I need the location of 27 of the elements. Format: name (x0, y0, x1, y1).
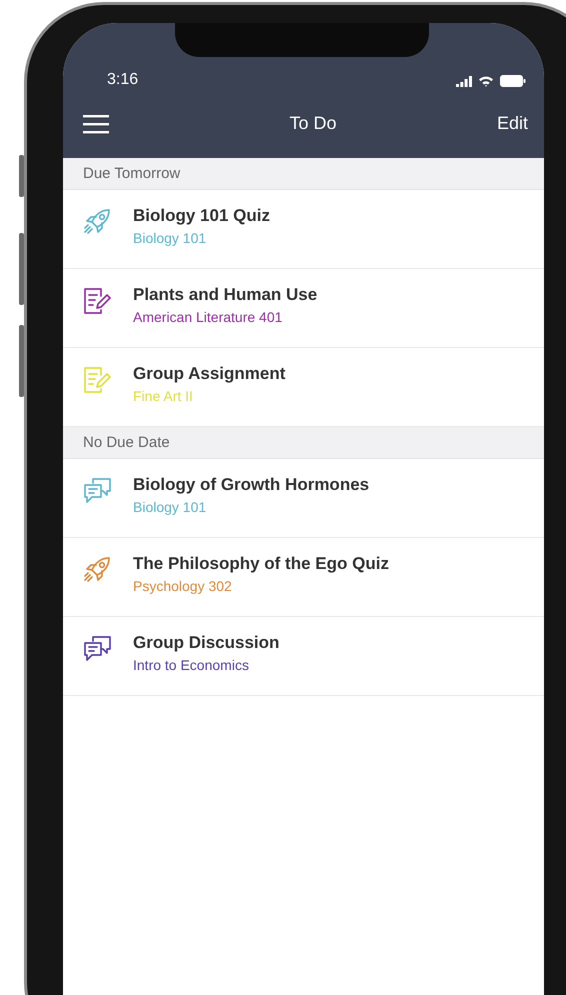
screen-title: To Do (289, 113, 336, 134)
course-name: Psychology 302 (133, 578, 233, 594)
course-name: Biology 101 (133, 230, 208, 246)
todo-item[interactable]: Biology of Growth Hormones Biology 101 (63, 459, 544, 538)
section-header: No Due Date (63, 427, 544, 459)
course-name: Intro to Economics (133, 657, 250, 673)
item-title: Group Assignment (133, 364, 286, 384)
course-name: Biology 101 (133, 499, 208, 515)
status-time: 3:16 (107, 71, 138, 89)
todo-item[interactable]: Plants and Human Use American Literature 401 (63, 269, 544, 348)
item-title: Plants and Human Use (133, 285, 318, 305)
menu-icon (83, 114, 109, 134)
todo-item[interactable]: Biology 101 Quiz Biology 101 (63, 190, 544, 269)
item-title: Group Discussion (133, 633, 280, 653)
section-header: Due Tomorrow (63, 158, 544, 190)
course-name: Fine Art II (133, 388, 194, 404)
item-title: Biology of Growth Hormones (133, 475, 370, 495)
item-title: The Philosophy of the Ego Quiz (133, 554, 389, 574)
menu-button[interactable] (83, 114, 109, 134)
edit-button[interactable]: Edit (496, 113, 528, 134)
todo-item[interactable]: Group Discussion Intro to Economics (63, 617, 544, 696)
battery-icon (500, 75, 526, 87)
course-name: American Literature 401 (133, 309, 284, 325)
todo-item[interactable]: The Philosophy of the Ego Quiz Psychology 302 (63, 538, 544, 617)
item-title: Biology 101 Quiz (133, 206, 270, 226)
signal-icon (456, 76, 472, 86)
wifi-icon (478, 75, 494, 87)
